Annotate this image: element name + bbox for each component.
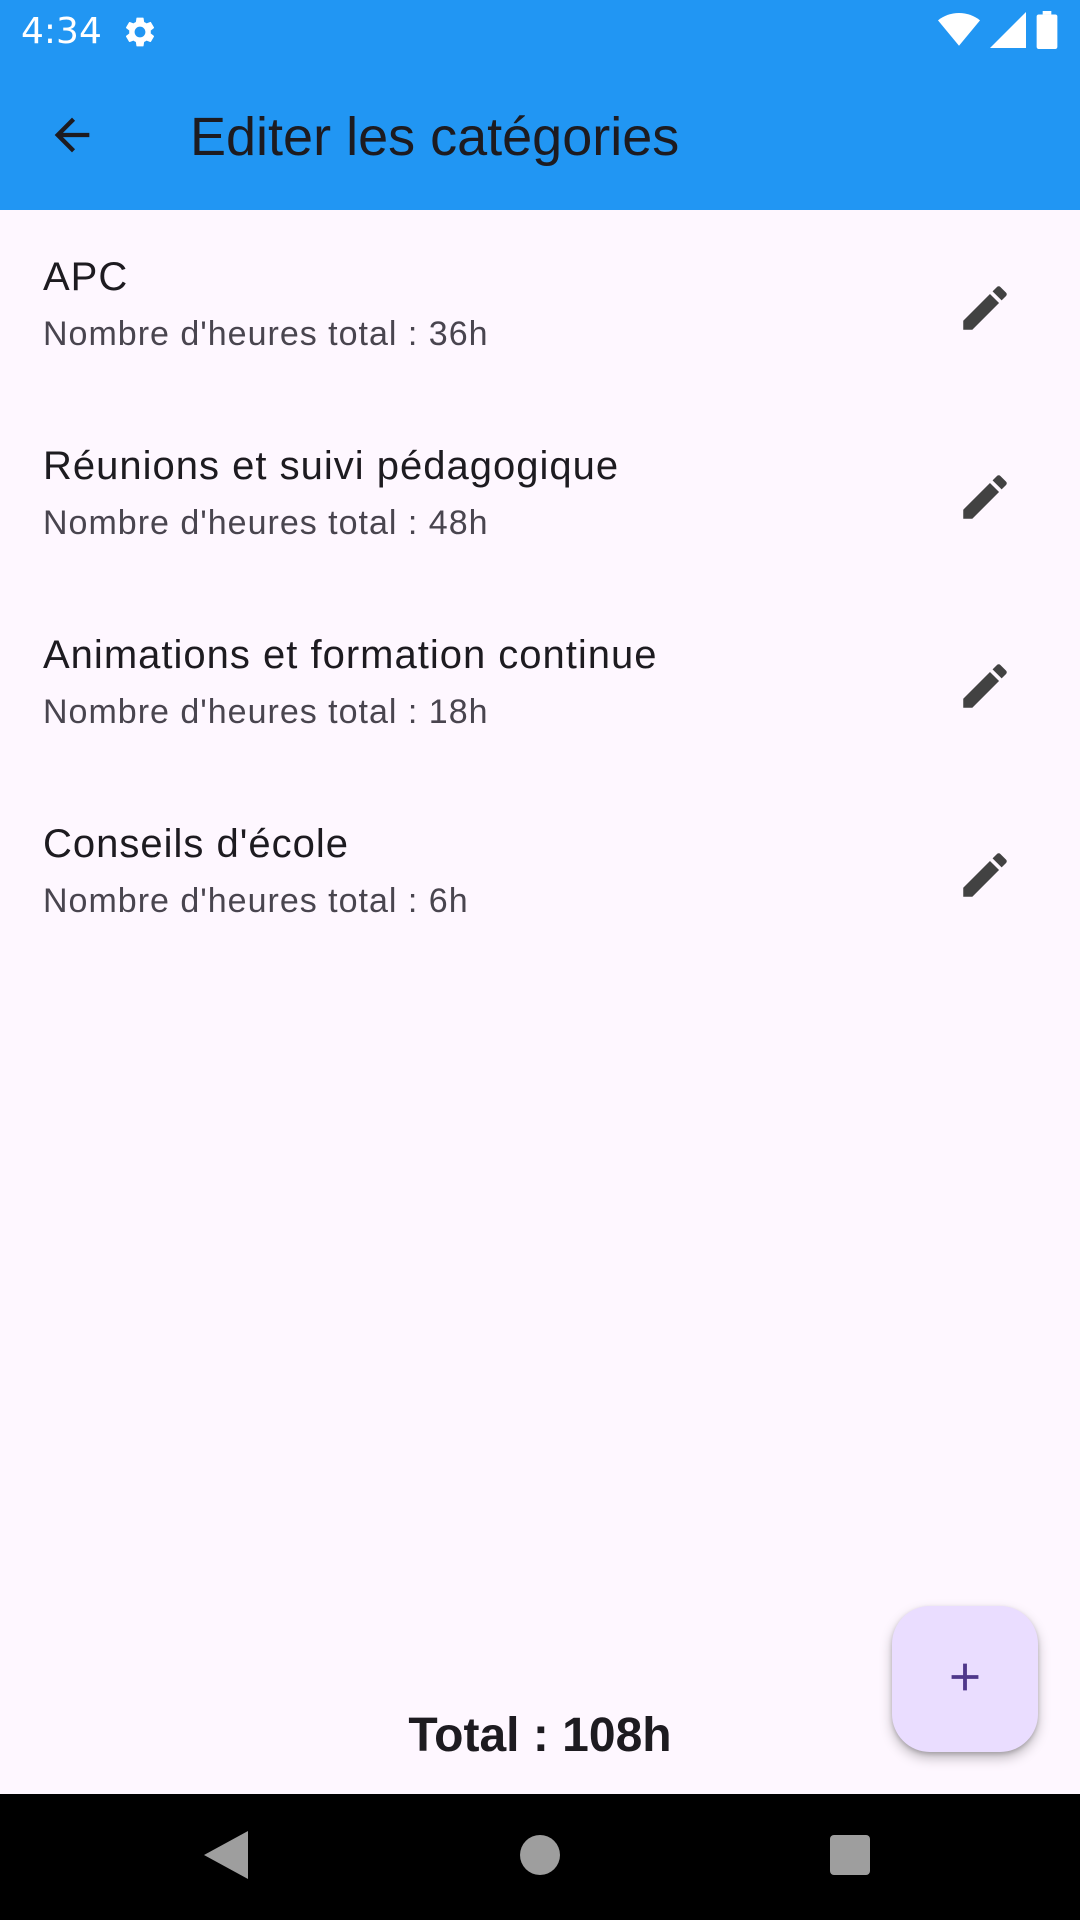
category-name: APC: [43, 255, 129, 299]
add-category-button[interactable]: [892, 1606, 1038, 1752]
list-item[interactable]: APC Nombre d'heures total : 36h: [0, 210, 1080, 399]
edit-button[interactable]: [945, 648, 1025, 728]
category-list: APC Nombre d'heures total : 36h Réunions…: [0, 210, 1080, 966]
category-hours: Nombre d'heures total : 36h: [43, 315, 489, 353]
edit-button[interactable]: [945, 837, 1025, 917]
battery-icon: [1036, 10, 1058, 54]
edit-button[interactable]: [945, 270, 1025, 350]
edit-button[interactable]: [945, 459, 1025, 539]
category-name: Réunions et suivi pédagogique: [43, 444, 620, 488]
app-bar: Editer les catégories: [0, 63, 1080, 210]
status-bar: 4:34: [0, 0, 1080, 63]
category-name: Conseils d'école: [43, 822, 350, 866]
nav-recents-icon: [830, 1834, 870, 1880]
status-icons: [938, 10, 1058, 54]
back-button[interactable]: [36, 101, 108, 173]
category-name: Animations et formation continue: [43, 633, 658, 677]
signal-icon: [990, 11, 1026, 53]
page-title: Editer les catégories: [190, 107, 680, 167]
nav-back-icon: [204, 1830, 248, 1884]
list-item[interactable]: Réunions et suivi pédagogique Nombre d'h…: [0, 399, 1080, 588]
category-hours: Nombre d'heures total : 48h: [43, 504, 489, 542]
nav-home-button[interactable]: [510, 1827, 570, 1887]
nav-home-icon: [520, 1834, 560, 1880]
list-item[interactable]: Animations et formation continue Nombre …: [0, 588, 1080, 777]
status-time: 4:34: [21, 11, 102, 52]
navigation-bar: [0, 1794, 1080, 1920]
edit-icon: [956, 846, 1014, 909]
settings-icon: [122, 14, 158, 50]
category-hours: Nombre d'heures total : 18h: [43, 693, 489, 731]
edit-icon: [956, 468, 1014, 531]
wifi-icon: [938, 12, 980, 53]
edit-icon: [956, 279, 1014, 342]
arrow-back-icon: [46, 109, 98, 166]
edit-icon: [956, 657, 1014, 720]
nav-recents-button[interactable]: [820, 1827, 880, 1887]
list-item[interactable]: Conseils d'école Nombre d'heures total :…: [0, 777, 1080, 966]
nav-back-button[interactable]: [196, 1827, 256, 1887]
category-hours: Nombre d'heures total : 6h: [43, 882, 469, 920]
add-icon: [942, 1654, 988, 1705]
